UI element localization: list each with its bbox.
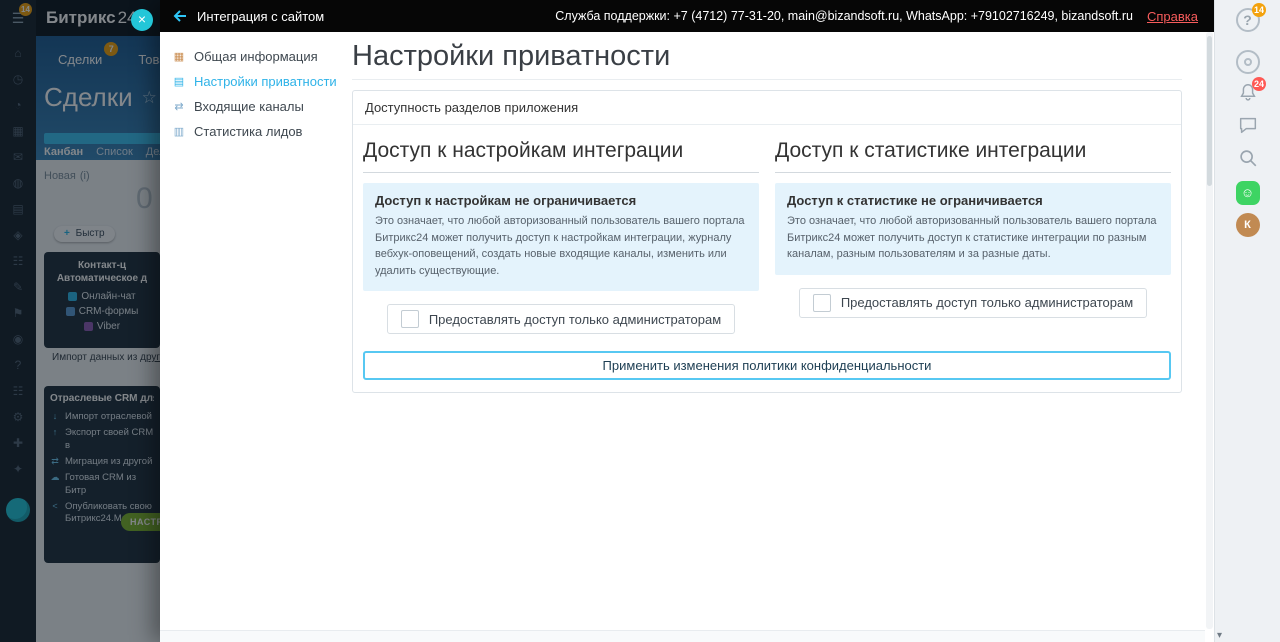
statistics-admin-only-checkbox[interactable]: [813, 294, 831, 312]
slider-nav: ▦ Общая информация ▤ Настройки приватнос…: [160, 32, 336, 630]
support-contacts-text: Служба поддержки: +7 (4712) 77-31-20, ma…: [555, 9, 1133, 23]
general-info-icon: ▦: [172, 50, 186, 63]
notifications-counter-badge[interactable]: 24: [1252, 77, 1266, 91]
title-divider: [352, 79, 1182, 80]
scroll-down-arrow[interactable]: ▾: [1217, 630, 1222, 641]
settings-admin-only-checkbox[interactable]: [401, 310, 419, 328]
settings-access-info-box: Доступ к настройкам не ограничивается Эт…: [363, 183, 759, 291]
nav-item-leads-statistics[interactable]: ▥ Статистика лидов: [160, 119, 336, 144]
panel-header: Доступность разделов приложения: [353, 91, 1181, 125]
settings-access-section: Доступ к настройкам интеграции Доступ к …: [363, 125, 759, 334]
privacy-doc-icon: ▤: [172, 75, 186, 88]
user-avatar[interactable]: К: [1236, 213, 1260, 237]
help-link[interactable]: Справка: [1147, 9, 1198, 24]
statistics-icon: ▥: [172, 125, 186, 138]
settings-admin-only-checkbox-row[interactable]: Предоставлять доступ только администрато…: [387, 304, 735, 334]
channels-icon: ⇄: [172, 100, 186, 113]
slider-vertical-scrollbar[interactable]: [1206, 32, 1213, 629]
scrollbar-thumb[interactable]: [1207, 36, 1212, 186]
integration-settings-slider: × Интеграция с сайтом Служба поддержки: …: [160, 0, 1214, 642]
slider-content: Настройки приватности Доступность раздел…: [336, 32, 1205, 630]
statistics-admin-only-checkbox-row[interactable]: Предоставлять доступ только администрато…: [799, 288, 1147, 318]
messenger-icon[interactable]: [1237, 114, 1259, 136]
statistics-access-info-box: Доступ к статистике не ограничивается Эт…: [775, 183, 1171, 275]
slider-topbar-right: Служба поддержки: +7 (4712) 77-31-20, ma…: [555, 9, 1198, 24]
back-arrow-icon[interactable]: [172, 8, 188, 24]
nav-item-privacy-settings[interactable]: ▤ Настройки приватности: [160, 69, 336, 94]
statistics-access-heading: Доступ к статистике интеграции: [775, 139, 1171, 173]
search-icon[interactable]: [1237, 147, 1259, 169]
livechat-widget-icon[interactable]: ☺: [1236, 181, 1260, 205]
history-icon[interactable]: [1236, 50, 1260, 74]
slider-topbar: Интеграция с сайтом Служба поддержки: +7…: [160, 0, 1214, 32]
settings-access-heading: Доступ к настройкам интеграции: [363, 139, 759, 173]
right-utility-bar: 14 ? 24 ☺ К ▾: [1214, 0, 1280, 642]
slider-bottom-scroll-strip: [160, 630, 1205, 642]
statistics-access-section: Доступ к статистике интеграции Доступ к …: [775, 125, 1171, 318]
nav-item-general-info[interactable]: ▦ Общая информация: [160, 44, 336, 69]
apply-privacy-changes-button[interactable]: Применить изменения политики конфиденциа…: [363, 351, 1171, 380]
app-sections-availability-panel: Доступность разделов приложения Доступ к…: [352, 90, 1182, 393]
nav-item-inbound-channels[interactable]: ⇄ Входящие каналы: [160, 94, 336, 119]
help-counter-badge[interactable]: 14: [1252, 3, 1266, 17]
privacy-settings-title: Настройки приватности: [352, 40, 1182, 73]
slider-close-button[interactable]: ×: [131, 9, 153, 31]
slider-title: Интеграция с сайтом: [197, 9, 324, 24]
